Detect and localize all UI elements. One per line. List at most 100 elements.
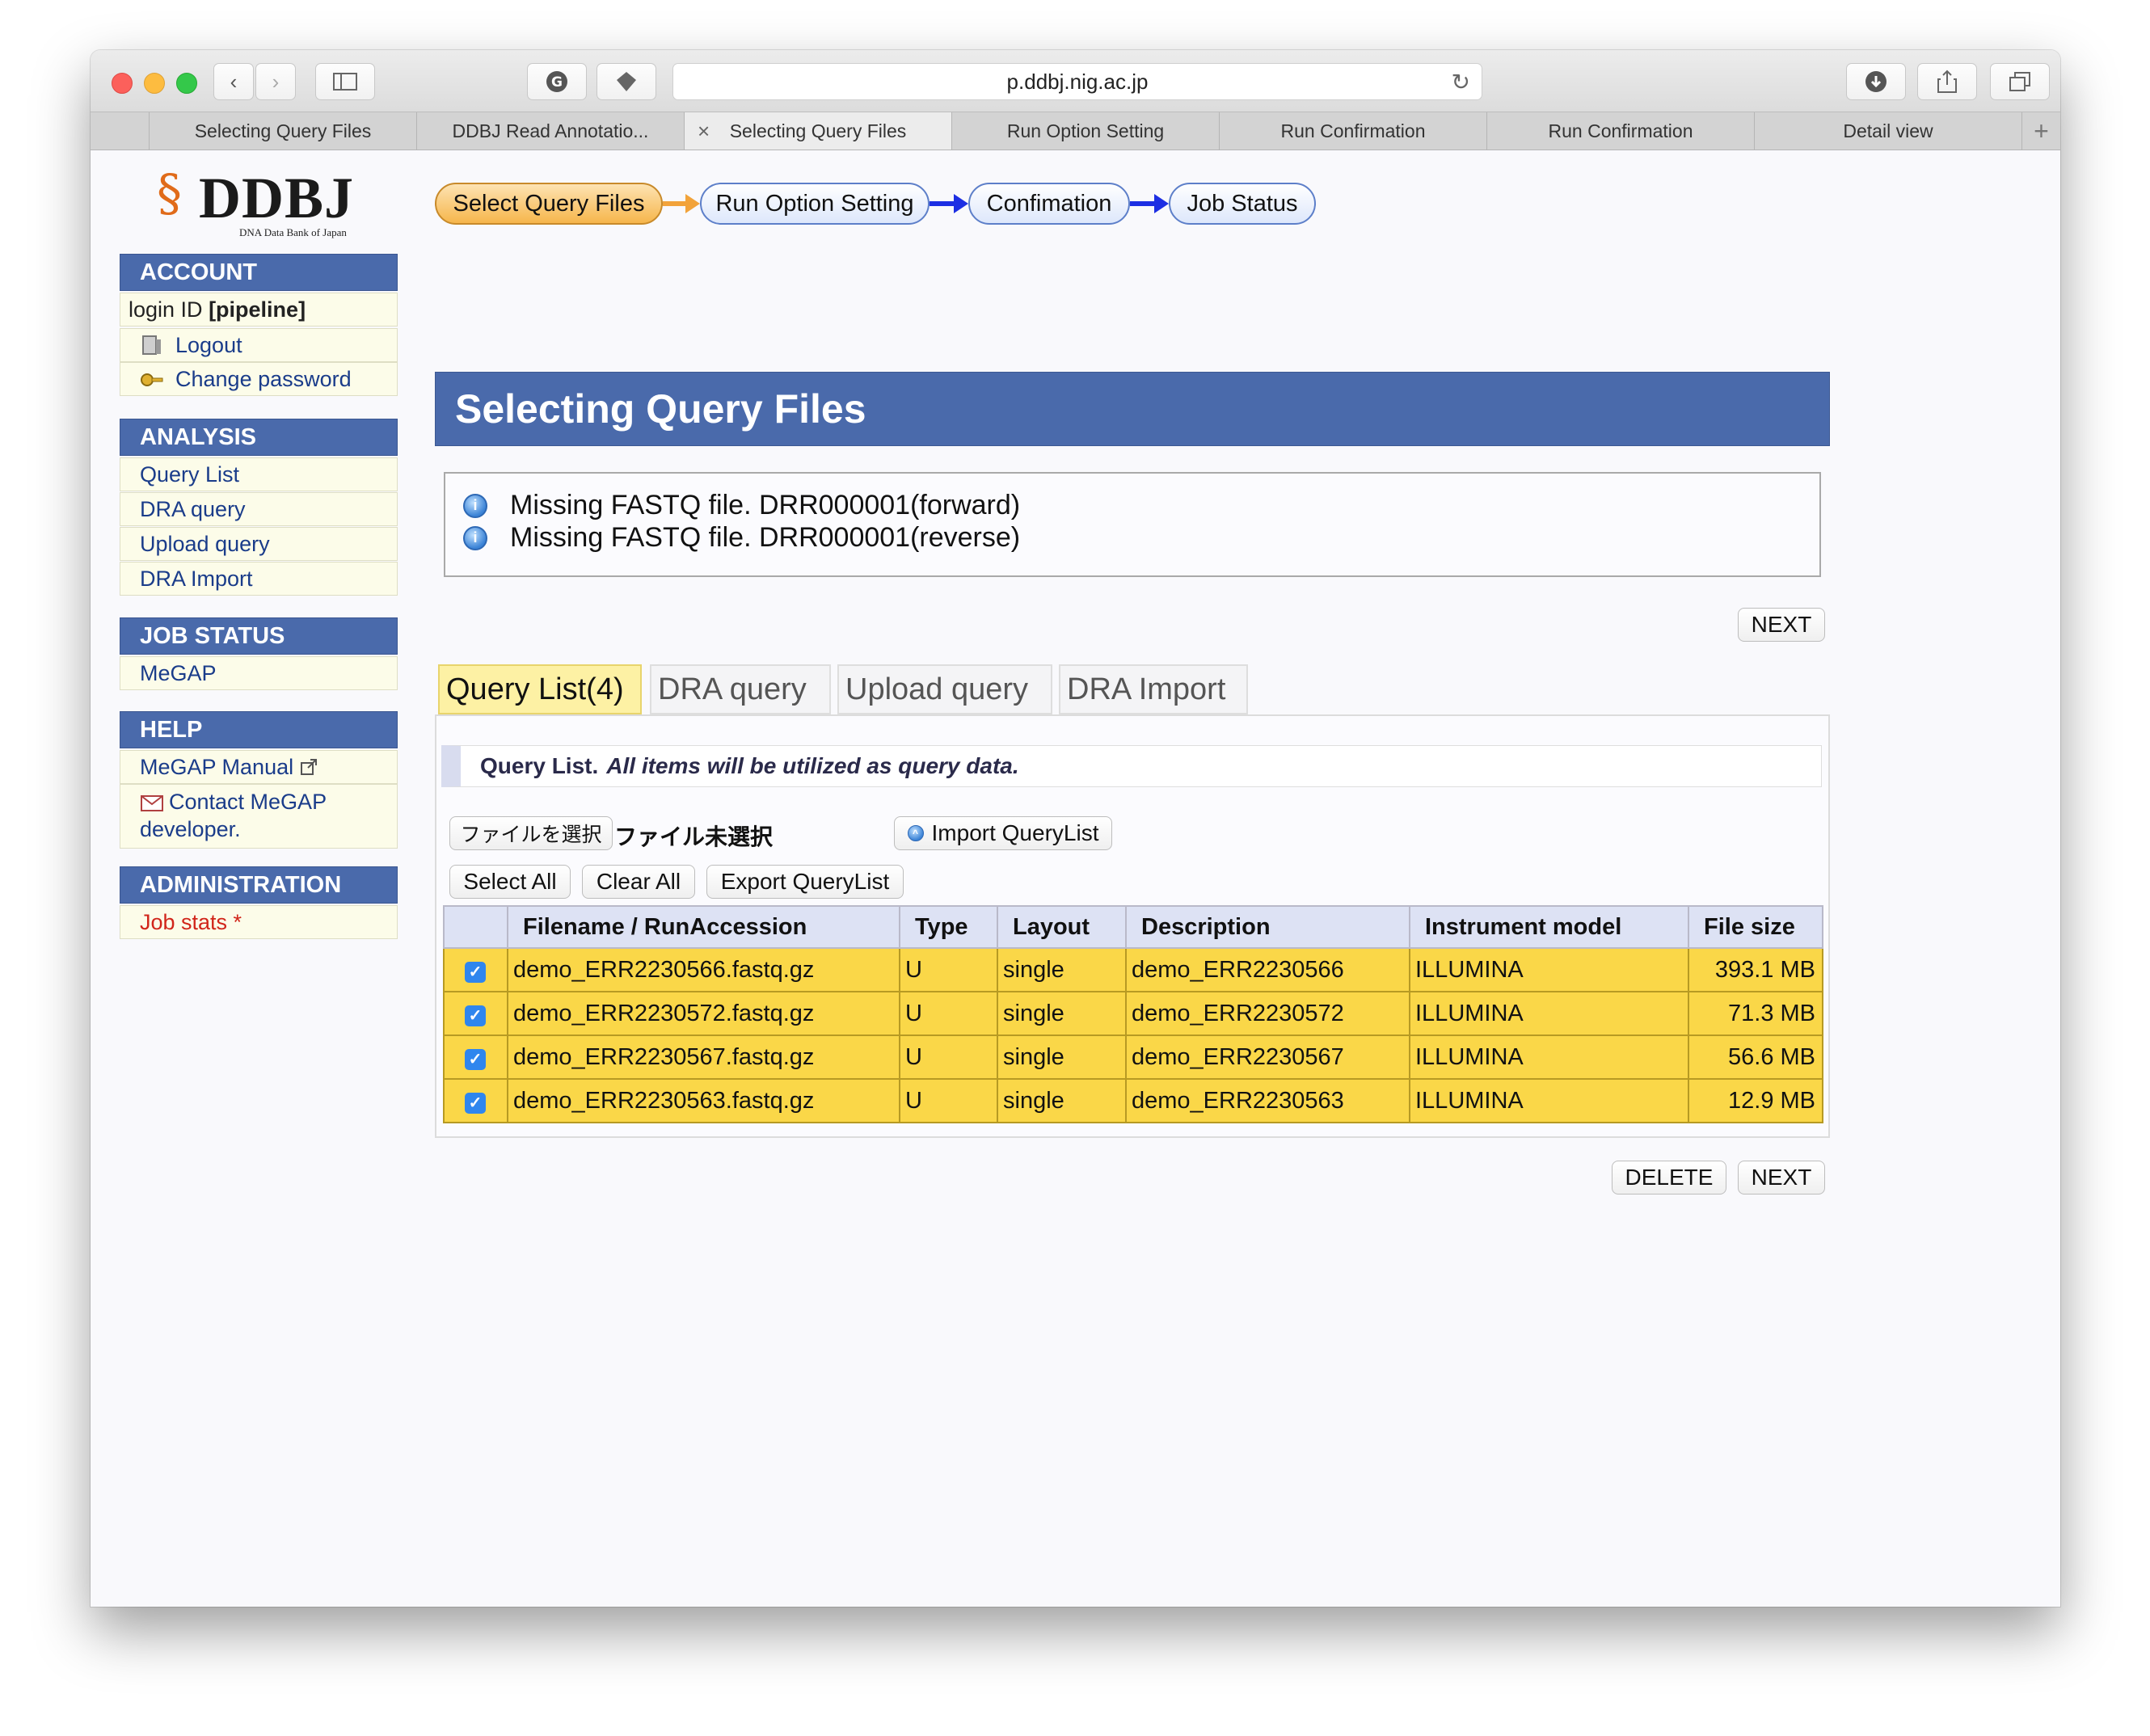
row-checkbox-cell[interactable]: ✓ — [443, 1034, 508, 1080]
tab-query-list[interactable]: Query List(4) — [438, 664, 642, 714]
note-bold: Query List. — [480, 753, 599, 778]
choose-file-button[interactable]: ファイルを選択 — [449, 816, 613, 850]
step-arrow-icon — [930, 194, 968, 213]
sidebar-item-query-list[interactable]: Query List — [120, 457, 398, 491]
extension-g-button[interactable]: G — [527, 63, 587, 100]
address-bar[interactable]: p.ddbj.nig.ac.jp ↻ — [672, 63, 1482, 100]
tab-upload-query[interactable]: Upload query — [837, 664, 1052, 714]
cell-type: U — [899, 1078, 998, 1123]
browser-tab[interactable]: Run Option Setting — [952, 112, 1220, 150]
cell-description: demo_ERR2230567 — [1125, 1034, 1410, 1080]
sidebar-item-megap[interactable]: MeGAP — [120, 656, 398, 690]
table-row[interactable]: ✓ demo_ERR2230566.fastq.gz U single demo… — [443, 947, 1823, 992]
clear-all-button[interactable]: Clear All — [582, 865, 695, 899]
checkbox-checked-icon[interactable]: ✓ — [465, 1092, 486, 1114]
table-row[interactable]: ✓ demo_ERR2230563.fastq.gz U single demo… — [443, 1078, 1823, 1123]
sidebar-item-logout[interactable]: Logout — [120, 328, 398, 362]
cell-type: U — [899, 991, 998, 1036]
cell-file-size: 56.6 MB — [1688, 1034, 1823, 1080]
select-all-button[interactable]: Select All — [449, 865, 571, 899]
new-tab-button[interactable]: + — [2022, 112, 2060, 150]
browser-tab-active[interactable]: × Selecting Query Files — [685, 112, 952, 150]
extension-button[interactable] — [597, 63, 656, 100]
tab-dra-import[interactable]: DRA Import — [1059, 664, 1248, 714]
info-message-text: Missing FASTQ file. DRR000001(forward) — [510, 490, 1021, 520]
import-querylist-button[interactable]: ^ Import QueryList — [894, 816, 1112, 850]
browser-tab[interactable]: Run Confirmation — [1220, 112, 1487, 150]
reload-icon[interactable]: ↻ — [1452, 69, 1470, 95]
cell-instrument: ILLUMINA — [1409, 1078, 1689, 1123]
sidebar-item-contact[interactable]: Contact MeGAP developer. — [120, 784, 398, 849]
message-box: i Missing FASTQ file. DRR000001(forward)… — [444, 472, 1821, 577]
close-tab-icon[interactable]: × — [698, 119, 710, 144]
note-italic: All items will be utilized as query data… — [606, 753, 1019, 778]
tab-dra-query[interactable]: DRA query — [650, 664, 831, 714]
checkbox-checked-icon[interactable]: ✓ — [465, 961, 486, 983]
info-message-text: Missing FASTQ file. DRR000001(reverse) — [510, 522, 1021, 553]
header-file-size: File size — [1688, 905, 1823, 949]
cell-file-size: 12.9 MB — [1688, 1078, 1823, 1123]
next-button-top[interactable]: NEXT — [1738, 608, 1825, 642]
cell-filename: demo_ERR2230566.fastq.gz — [507, 947, 900, 992]
tab-label: Run Confirmation — [1280, 120, 1426, 141]
page-title: Selecting Query Files — [435, 372, 1830, 446]
share-icon — [1937, 70, 1957, 93]
downloads-button[interactable] — [1846, 63, 1906, 100]
header-layout: Layout — [997, 905, 1127, 949]
cell-layout: single — [997, 991, 1127, 1036]
cell-layout: single — [997, 1078, 1127, 1123]
dna-helix-icon: § — [157, 163, 182, 222]
header-type: Type — [899, 905, 998, 949]
sidebar-item-upload-query[interactable]: Upload query — [120, 527, 398, 561]
browser-tab[interactable]: DDBJ Read Annotatio... — [417, 112, 685, 150]
table-row[interactable]: ✓ demo_ERR2230567.fastq.gz U single demo… — [443, 1034, 1823, 1080]
row-checkbox-cell[interactable]: ✓ — [443, 991, 508, 1036]
sidebar-item-change-password[interactable]: Change password — [120, 362, 398, 396]
cell-filename: demo_ERR2230572.fastq.gz — [507, 991, 900, 1036]
sidebar-head-job-status: JOB STATUS — [120, 617, 398, 655]
g-extension-icon: G — [546, 71, 567, 92]
tab-label: Selecting Query Files — [729, 120, 907, 141]
sidebar-item-job-stats[interactable]: Job stats * — [120, 905, 398, 939]
delete-button[interactable]: DELETE — [1612, 1161, 1726, 1195]
back-button[interactable]: ‹ — [213, 63, 254, 100]
sidebar-item-dra-query[interactable]: DRA query — [120, 492, 398, 526]
header-description: Description — [1125, 905, 1410, 949]
checkbox-checked-icon[interactable]: ✓ — [465, 1048, 486, 1070]
sidebar-toggle-button[interactable] — [315, 63, 375, 100]
step-arrow-icon — [1130, 194, 1169, 213]
tab-label: DDBJ Read Annotatio... — [452, 120, 649, 141]
ddbj-logo[interactable]: § DDBJ DNA Data Bank of Japan — [149, 160, 359, 238]
forward-button[interactable]: › — [255, 63, 296, 100]
chevron-left-icon: ‹ — [230, 69, 238, 94]
browser-tab[interactable]: Detail view — [1755, 112, 2022, 150]
browser-tab[interactable]: Run Confirmation — [1487, 112, 1755, 150]
import-querylist-label: Import QueryList — [931, 820, 1099, 845]
upload-icon: ^ — [907, 825, 924, 841]
external-link-icon — [301, 759, 318, 775]
sidebar-head-account: ACCOUNT — [120, 254, 398, 291]
export-querylist-button[interactable]: Export QueryList — [706, 865, 904, 899]
next-button-bottom[interactable]: NEXT — [1738, 1161, 1825, 1195]
cell-description: demo_ERR2230572 — [1125, 991, 1410, 1036]
zoom-window-button[interactable] — [176, 73, 197, 94]
contact-label: Contact MeGAP — [169, 790, 327, 814]
tab-overview-button[interactable] — [1990, 63, 2050, 100]
minimize-window-button[interactable] — [144, 73, 165, 94]
key-icon — [141, 373, 163, 386]
login-id-value: [pipeline] — [209, 297, 306, 322]
checkbox-checked-icon[interactable]: ✓ — [465, 1005, 486, 1026]
share-button[interactable] — [1917, 63, 1977, 100]
browser-tab[interactable]: Selecting Query Files — [150, 112, 417, 150]
cell-file-size: 71.3 MB — [1688, 991, 1823, 1036]
cell-type: U — [899, 1034, 998, 1080]
close-window-button[interactable] — [112, 73, 133, 94]
sidebar-item-dra-import[interactable]: DRA Import — [120, 562, 398, 596]
sidebar-item-manual[interactable]: MeGAP Manual — [120, 750, 398, 784]
info-icon: i — [463, 493, 487, 518]
sidebar-icon — [333, 73, 357, 91]
table-row[interactable]: ✓ demo_ERR2230572.fastq.gz U single demo… — [443, 991, 1823, 1036]
plus-icon: + — [2034, 116, 2049, 145]
row-checkbox-cell[interactable]: ✓ — [443, 947, 508, 992]
row-checkbox-cell[interactable]: ✓ — [443, 1078, 508, 1123]
